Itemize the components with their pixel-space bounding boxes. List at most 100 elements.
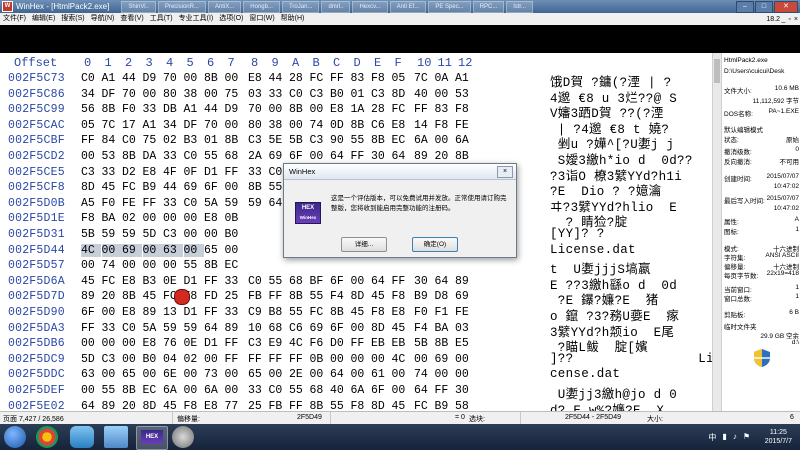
hex-byte[interactable]: 59 [102, 228, 122, 241]
hex-byte[interactable]: C3 [310, 88, 330, 101]
hex-row[interactable]: 002F5D6A 45 FC E8 B3 0E D1 FF 33 C0 55 68 BF 6F 00 64 FF… [0, 274, 712, 293]
hex-byte[interactable]: 8B [102, 103, 122, 116]
maximize-button[interactable]: □ [755, 1, 773, 13]
hex-byte[interactable]: 40 [330, 384, 350, 397]
tab-2[interactable]: PrecisionR... [157, 0, 206, 13]
hex-byte[interactable]: C0 [248, 275, 268, 288]
hex-byte[interactable]: 30 [371, 150, 391, 163]
hex-byte[interactable]: 70 [163, 72, 183, 85]
tab-7[interactable]: Hexcv... [352, 0, 388, 13]
hex-row[interactable]: 002F5DC9 5D C3 00 B0 04 02 00 FF FF FF FF 0B 00 00 00 4C… [0, 352, 714, 368]
hex-byte[interactable]: 65 [122, 368, 142, 381]
hex-byte[interactable]: B8 [269, 306, 289, 319]
hex-byte[interactable]: 0D [330, 119, 350, 132]
hex-byte[interactable]: FE [122, 197, 142, 210]
hex-byte[interactable]: 03 [455, 322, 475, 335]
hex-byte[interactable]: 00 [143, 88, 163, 101]
hex-byte[interactable]: E8 [143, 337, 163, 350]
hex-byte[interactable]: E8 [392, 119, 412, 132]
hex-byte[interactable]: 0B [225, 212, 245, 225]
hex-byte[interactable]: 8B [455, 150, 475, 163]
hex-byte[interactable]: D9 [225, 103, 245, 116]
hex-byte[interactable]: FF [351, 150, 371, 163]
hex-byte[interactable]: C6 [289, 322, 309, 335]
flag-icon[interactable]: ⚑ [743, 432, 750, 443]
chrome-icon[interactable] [36, 426, 58, 448]
hex-byte[interactable]: 17 [122, 119, 142, 132]
hex-byte[interactable]: D1 [204, 337, 224, 350]
hex-byte[interactable]: 8B [330, 306, 350, 319]
hex-byte[interactable]: 75 [225, 88, 245, 101]
hex-byte[interactable]: 6A [163, 384, 183, 397]
hex-byte[interactable]: D2 [122, 166, 142, 179]
hex-byte[interactable]: 30 [455, 384, 475, 397]
hex-byte[interactable]: 0B [310, 353, 330, 366]
hex-byte[interactable]: B9 [414, 290, 434, 303]
doc-minimize-button[interactable]: _ [782, 16, 786, 23]
hex-byte[interactable]: FF [351, 337, 371, 350]
hex-byte[interactable]: 5D [81, 353, 101, 366]
hex-byte[interactable]: 33 [163, 197, 183, 210]
hex-byte[interactable]: FD [204, 290, 224, 303]
hex-byte[interactable]: F0 [102, 197, 122, 210]
hex-byte[interactable]: FF [269, 353, 289, 366]
hex-byte[interactable]: 00 [101, 243, 122, 257]
hex-byte[interactable]: 44 [122, 72, 142, 85]
hex-byte[interactable]: 01 [204, 134, 224, 147]
hex-byte[interactable]: C3 [248, 134, 268, 147]
hex-byte[interactable]: 80 [163, 88, 183, 101]
hex-byte[interactable]: 70 [248, 103, 268, 116]
hex-byte[interactable]: 00 [122, 259, 142, 272]
hex-byte[interactable]: 00 [122, 353, 142, 366]
hex-byte[interactable]: 68 [310, 384, 330, 397]
hex-byte[interactable]: 00 [269, 103, 289, 116]
hex-byte[interactable]: 45 [102, 181, 122, 194]
hex-byte[interactable]: 00 [143, 368, 163, 381]
hex-byte[interactable]: 45 [143, 290, 163, 303]
hex-byte[interactable]: FC [102, 275, 122, 288]
hex-byte[interactable]: 64 [330, 368, 350, 381]
hex-row[interactable]: 002F5D90 6F 00 E8 89 13 D1 FF 33 C9 B8 55 FC 8B 45 F8 E8… [0, 305, 712, 324]
hex-byte[interactable]: C3 [102, 353, 122, 366]
hex-byte[interactable]: F8 [81, 212, 101, 225]
explorer-icon[interactable] [104, 426, 128, 448]
hex-byte[interactable]: 4C [392, 353, 412, 366]
hex-byte[interactable]: 2E [289, 368, 309, 381]
hex-byte[interactable]: 8B [435, 337, 455, 350]
hex-byte[interactable]: B3 [184, 134, 204, 147]
row-text[interactable]: [YY]? ? [550, 227, 605, 241]
hex-byte[interactable]: 13 [163, 306, 183, 319]
tab-11[interactable]: lstr... [506, 0, 534, 13]
hex-byte[interactable]: C0 [289, 88, 309, 101]
tab-10[interactable]: RPC... [472, 0, 505, 13]
hex-byte[interactable]: EC [225, 259, 245, 272]
hex-byte[interactable]: FF [392, 275, 412, 288]
hex-byte[interactable]: D1 [184, 306, 204, 319]
hex-byte[interactable]: 5D [143, 228, 163, 241]
hex-byte[interactable]: 84 [102, 134, 122, 147]
hex-byte[interactable]: 02 [122, 212, 142, 225]
volume-icon[interactable]: ♪ [733, 432, 737, 443]
hex-byte[interactable]: 4C [289, 337, 309, 350]
hex-byte[interactable]: 28 [371, 103, 391, 116]
row-text[interactable]: cense.dat [550, 367, 620, 381]
hex-byte[interactable]: 02 [184, 353, 204, 366]
hex-byte[interactable]: 00 [310, 150, 330, 163]
hex-byte[interactable]: F8 [371, 72, 391, 85]
hex-byte[interactable]: 02 [163, 134, 183, 147]
hex-byte[interactable]: 70 [204, 119, 224, 132]
hex-byte[interactable]: 00 [371, 353, 391, 366]
hex-byte[interactable]: 00 [143, 259, 163, 272]
hex-byte[interactable]: 00 [81, 337, 101, 350]
hex-byte[interactable]: EB [371, 337, 391, 350]
hex-byte[interactable]: B0 [143, 353, 163, 366]
hex-byte[interactable]: 45 [81, 275, 101, 288]
hex-byte[interactable]: 33 [225, 275, 245, 288]
hex-byte[interactable]: 5A [143, 322, 163, 335]
hex-byte[interactable]: 8B [289, 103, 309, 116]
hex-row[interactable]: 002F5D57 00 74 00 00 00 55 8B EC t U嬱jjjS塙嬴 [0, 258, 712, 277]
hex-row[interactable]: 002F5DDC 63 00 65 00 6E 00 73 00 65 00 2E 00 64 00 61 00… [0, 367, 712, 383]
ch-icon[interactable]: 中 [708, 432, 716, 443]
tab-4[interactable]: Hongb... [243, 0, 280, 13]
hex-byte[interactable]: FF [81, 322, 101, 335]
